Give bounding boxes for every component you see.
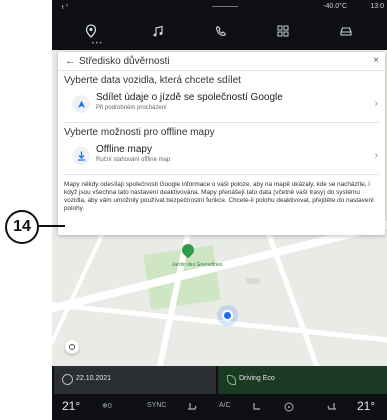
offline-maps-title: Offline mapy (96, 144, 152, 155)
map-road (52, 301, 387, 344)
apps-icon[interactable] (272, 20, 294, 42)
location-info-note: Mapy někdy odesílají společnosti Google … (64, 181, 374, 212)
dialog-title: Středisko důvěrnosti (79, 56, 170, 67)
sync-button[interactable]: SYNC (147, 402, 166, 409)
seat-heat-right-icon[interactable] (327, 402, 337, 412)
steering-wheel-icon[interactable] (284, 402, 294, 414)
map-poi (246, 278, 260, 284)
back-arrow-icon[interactable]: ← (65, 55, 76, 67)
status-bar: ᵻ ⁱⁱ -40.0°C 13:0 (52, 0, 387, 14)
date-widget[interactable]: 22.10.2021 (54, 366, 216, 394)
chevron-right-icon: › (374, 98, 378, 109)
offline-maps-subtitle: Ruční stahování offline map (96, 157, 171, 163)
date-text: 22.10.2021 (76, 375, 112, 382)
fan-speed[interactable]: ❄0 (102, 402, 112, 410)
divider (64, 174, 379, 175)
climate-bar: 21° ❄0 SYNC A/C 21° (52, 396, 387, 420)
signal-indicator: ᵻ ⁱⁱ (62, 4, 69, 11)
ac-button[interactable]: A/C (219, 402, 231, 409)
map-road (266, 233, 323, 366)
callout-number: 14 (5, 210, 39, 244)
navigation-arrow-icon (72, 95, 90, 113)
dialog-header: ← Středisko důvěrnosti × (58, 52, 385, 71)
right-temperature[interactable]: 21° (357, 399, 375, 413)
callout-line (37, 225, 65, 227)
map-layers-icon[interactable] (65, 340, 79, 354)
share-trip-data-item[interactable]: Sdílet údaje o jízdě se společností Goog… (58, 89, 385, 119)
clock: 13:0 (370, 3, 384, 10)
location-pin-icon[interactable] (80, 20, 102, 42)
nav-page-dots: • • • (92, 41, 102, 47)
privacy-center-dialog: ← Středisko důvěrnosti × Vyberte data vo… (58, 52, 385, 235)
divider (64, 122, 379, 123)
eco-leaf-icon (227, 375, 236, 385)
close-icon[interactable]: × (373, 55, 379, 66)
park-label: Jardin des Grenadines (172, 262, 223, 268)
left-temperature[interactable]: 21° (62, 399, 80, 413)
download-icon (72, 147, 90, 165)
driving-mode-widget[interactable]: Driving Eco (218, 366, 387, 394)
share-trip-data-subtitle: Při podrobném procházení (96, 105, 167, 111)
section-heading-vehicle-data: Vyberte data vozidla, která chcete sdíle… (64, 75, 241, 86)
seat-icon[interactable] (252, 402, 262, 412)
seat-heat-icon[interactable] (187, 402, 197, 412)
top-nav: • • • (52, 14, 387, 50)
share-trip-data-title: Sdílet údaje o jízdě se společností Goog… (96, 92, 283, 103)
phone-icon[interactable] (210, 20, 232, 42)
offline-maps-item[interactable]: Offline mapy Ruční stahování offline map… (58, 141, 385, 171)
clock-icon (62, 374, 73, 385)
driving-mode-label: Driving Eco (239, 375, 275, 382)
section-heading-offline-maps: Vyberte možnosti pro offline mapy (64, 127, 215, 138)
outside-temperature: -40.0°C (323, 3, 347, 10)
status-divider (212, 6, 238, 7)
car-icon[interactable] (335, 20, 357, 42)
current-location-icon (222, 310, 233, 321)
music-icon[interactable] (147, 20, 169, 42)
chevron-right-icon: › (374, 150, 378, 161)
bottom-widgets: 22.10.2021 Driving Eco (52, 366, 387, 394)
infotainment-screen: ᵻ ⁱⁱ -40.0°C 13:0 • • • Jardin des Grena… (52, 0, 387, 420)
